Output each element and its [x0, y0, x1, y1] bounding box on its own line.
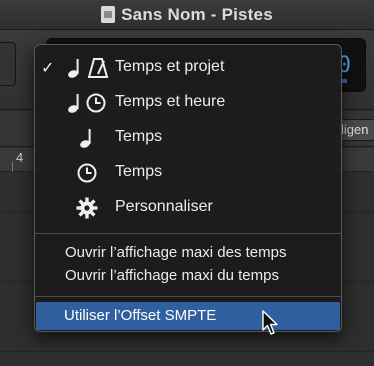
control-bar-button[interactable]: [0, 42, 16, 86]
menu-separator: [35, 233, 341, 234]
menu-item-label: Temps: [115, 163, 163, 180]
clock-icon: [77, 163, 97, 183]
menu-item-label: Temps et projet: [115, 58, 225, 75]
menu-separator: [35, 296, 341, 297]
checkmark-icon: ✓: [41, 60, 55, 77]
track-lane-divider: [0, 351, 374, 352]
window-titlebar: Sans Nom - Pistes: [0, 0, 374, 30]
menu-item-temps-et-heure[interactable]: Temps et heure: [35, 86, 341, 120]
menu-item-open-giant-beats[interactable]: Ouvrir l’affichage maxi des temps: [65, 244, 286, 261]
ruler-tick: [12, 162, 13, 172]
menu-item-use-smpte-offset[interactable]: Utiliser l’Offset SMPTE: [36, 302, 340, 330]
menu-item-label: Utiliser l’Offset SMPTE: [64, 307, 217, 324]
menu-item-label: Temps et heure: [115, 93, 226, 110]
window-title: Sans Nom - Pistes: [121, 4, 273, 24]
menu-item-personnaliser[interactable]: Personnaliser: [35, 191, 341, 225]
menu-item-temps-et-projet[interactable]: ✓ Temps et projet: [35, 51, 341, 85]
menu-item-temps-note[interactable]: Temps: [35, 121, 341, 155]
mouse-pointer-icon: [262, 310, 278, 335]
metronome-icon: [87, 58, 109, 78]
menu-item-label: Personnaliser: [115, 198, 213, 215]
document-icon: [101, 6, 116, 23]
menu-item-temps-clock[interactable]: Temps: [35, 156, 341, 190]
lcd-mode-menu: ✓ Temps et projet Temps et heure Temps T…: [34, 44, 342, 332]
clock-icon: [86, 93, 106, 113]
note-icon: [80, 129, 91, 148]
note-icon: [68, 94, 79, 113]
ruler-bar-number: 4: [16, 150, 24, 165]
menu-item-open-giant-time[interactable]: Ouvrir l’affichage maxi du temps: [65, 267, 279, 284]
menu-item-label: Temps: [115, 128, 163, 145]
gear-icon: [76, 197, 98, 219]
note-icon: [68, 59, 79, 78]
